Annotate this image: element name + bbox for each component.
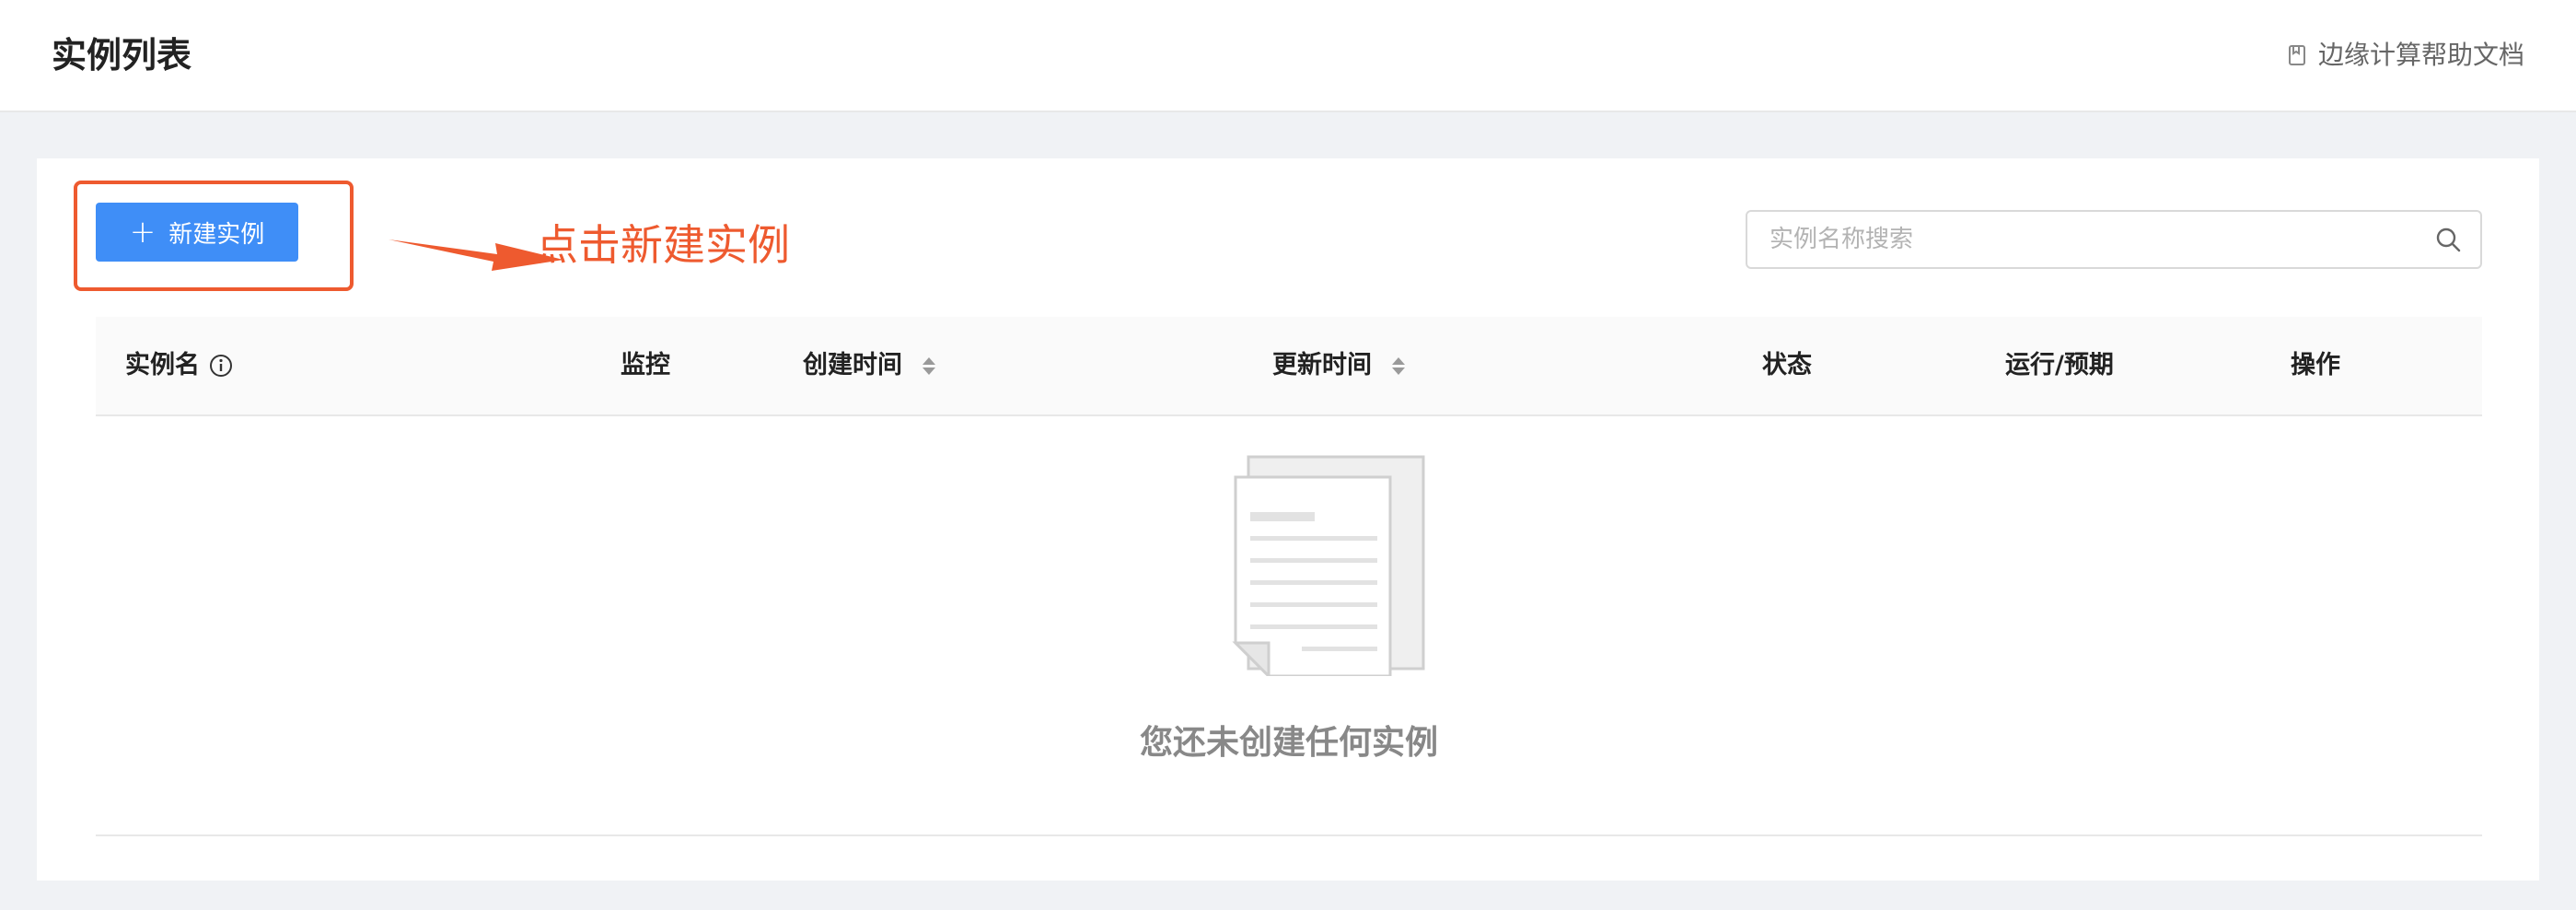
column-header-name-label: 实例名 (125, 351, 200, 379)
empty-state: 您还未创建任何实例 (96, 416, 2482, 836)
empty-message: 您还未创建任何实例 (1139, 724, 1438, 762)
column-header-status-label: 状态 (1762, 351, 1812, 379)
column-header-actions-label: 操作 (2291, 351, 2340, 379)
column-header-created-label: 创建时间 (803, 351, 902, 379)
instance-panel: + 新建实例 点击新建实例 实例名 监控 创建时间 更新时间 (37, 158, 2539, 881)
search-input[interactable] (1747, 226, 2434, 253)
column-header-monitor-label: 监控 (621, 351, 670, 379)
table-header: 实例名 监控 创建时间 更新时间 状态 运行/预期 操作 (96, 317, 2482, 416)
new-instance-button[interactable]: + 新建实例 (96, 203, 298, 262)
column-header-running-label: 运行/预期 (2005, 351, 2114, 379)
help-docs-label: 边缘计算帮助文档 (2317, 40, 2524, 70)
column-header-actions: 操作 (2291, 317, 2340, 414)
column-header-name: 实例名 (125, 317, 233, 414)
search-box (1746, 210, 2482, 269)
column-header-status: 状态 (1762, 317, 1812, 414)
column-header-created[interactable]: 创建时间 (803, 317, 935, 414)
column-header-updated-label: 更新时间 (1272, 351, 1372, 379)
new-instance-label: 新建实例 (168, 220, 265, 249)
column-header-monitor: 监控 (621, 317, 670, 414)
callout-text: 点击新建实例 (536, 220, 790, 270)
page-header: 实例列表 边缘计算帮助文档 (0, 0, 2576, 112)
help-docs-link[interactable]: 边缘计算帮助文档 (2285, 33, 2524, 77)
page-title: 实例列表 (52, 35, 192, 76)
info-icon[interactable] (209, 354, 233, 378)
sort-icon[interactable] (922, 356, 935, 375)
empty-document-icon (1232, 455, 1425, 676)
column-header-running: 运行/预期 (2005, 317, 2114, 414)
search-icon[interactable] (2434, 226, 2462, 253)
column-header-updated[interactable]: 更新时间 (1272, 317, 1405, 414)
sort-icon[interactable] (1392, 356, 1405, 375)
document-icon (2288, 45, 2305, 65)
plus-icon: + (129, 214, 157, 251)
